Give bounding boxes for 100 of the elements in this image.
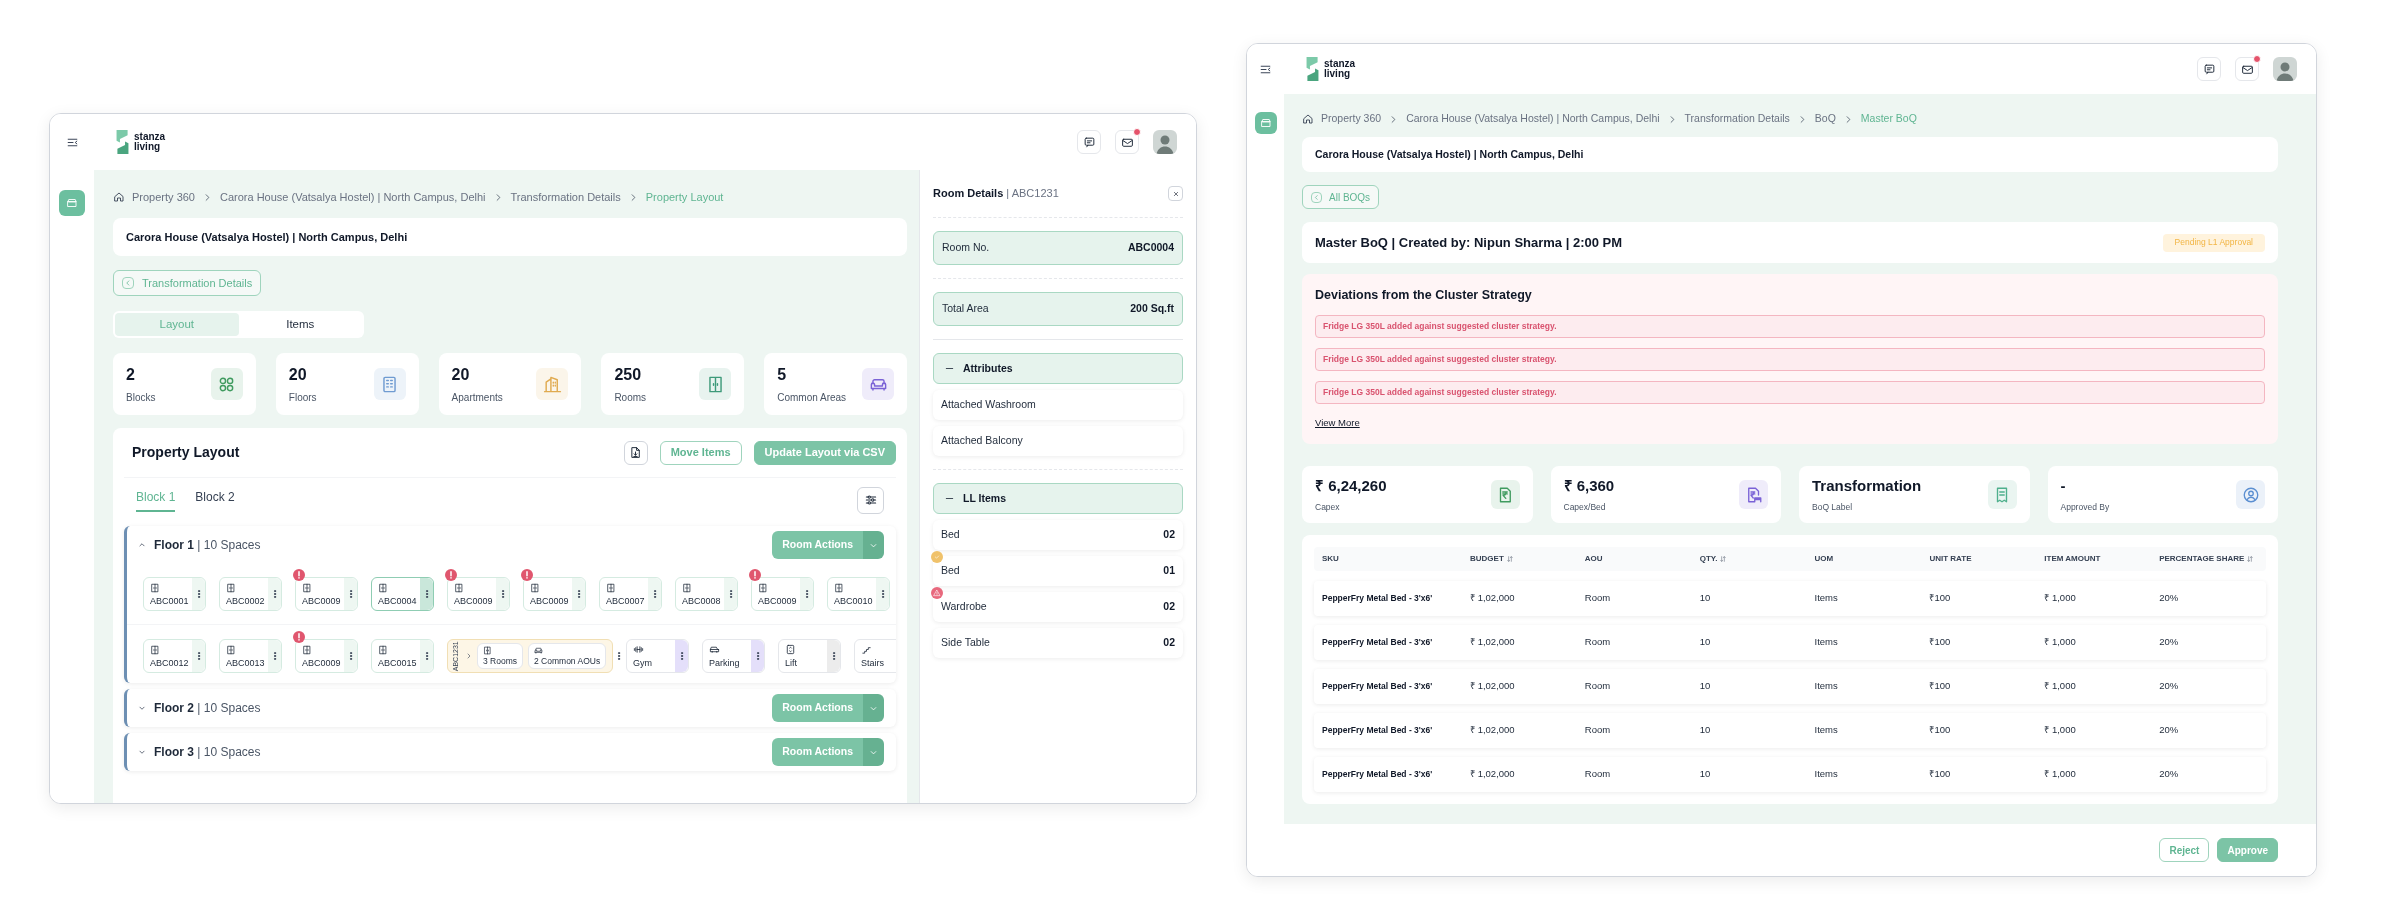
- more-button[interactable]: [827, 640, 840, 672]
- table-cell-text: ₹ 1,000: [2043, 591, 2077, 606]
- section-title: Deviations from the Cluster Strategy: [1315, 287, 1533, 304]
- view-more-link[interactable]: View More: [1315, 415, 1360, 430]
- breadcrumb-link[interactable]: Property 360: [1321, 111, 1382, 127]
- room-card[interactable]: ABC0009: [751, 577, 814, 611]
- more-button[interactable]: [800, 578, 813, 610]
- stat-value: ₹ 6,24,260: [1315, 476, 1387, 497]
- field-value: ABC0004: [1127, 240, 1174, 256]
- table-cell-text: ₹100: [1928, 767, 1952, 782]
- column-header: UOM: [1813, 553, 1835, 565]
- table-cell-text: 10: [1698, 635, 1712, 650]
- section-header[interactable]: LL Items: [933, 483, 1183, 514]
- download-button[interactable]: [623, 440, 648, 465]
- room-label: ABC0002: [226, 595, 266, 606]
- room-card[interactable]: ABC0009: [523, 577, 586, 611]
- more-button[interactable]: [192, 640, 205, 672]
- room-card[interactable]: ABC0013: [219, 639, 282, 673]
- breadcrumb-link[interactable]: Transformation Details: [510, 188, 621, 206]
- more-button[interactable]: [192, 578, 205, 610]
- item-name: Bed: [941, 527, 960, 543]
- room-card[interactable]: ABC0009: [295, 577, 358, 611]
- group-chip[interactable]: 2 Common AOUs: [528, 643, 607, 669]
- close-button[interactable]: [1168, 186, 1183, 201]
- avatar[interactable]: [2273, 57, 2297, 81]
- table-cell-text: ₹ 1,02,000: [1469, 767, 1516, 782]
- table-cell-text: ₹ 1,02,000: [1469, 679, 1516, 694]
- section-title: Attributes: [963, 360, 1013, 376]
- more-button[interactable]: [420, 578, 433, 610]
- chevron-right-icon: [465, 652, 473, 660]
- column-header: AOU: [1583, 553, 1604, 565]
- table-cell-text: PepperFry Metal Bed - 3'x6': [1321, 592, 1434, 605]
- home-icon: [1302, 113, 1314, 125]
- boq-title: Master BoQ | Created by: Nipun Sharma | 2:00 PM: [1315, 233, 1623, 252]
- block-tab[interactable]: Block 2: [195, 488, 235, 512]
- logo-icon: [114, 129, 131, 155]
- room-card[interactable]: ABC0012: [143, 639, 206, 673]
- filter-button[interactable]: [857, 486, 884, 514]
- table-cell-text: PepperFry Metal Bed - 3'x6': [1321, 680, 1434, 693]
- more-button[interactable]: [496, 578, 509, 610]
- tab[interactable]: Items: [238, 313, 362, 336]
- room-card[interactable]: ABC0008: [675, 577, 738, 611]
- amenity-card[interactable]: Gym: [626, 639, 689, 673]
- door-icon: [226, 644, 236, 655]
- section-header[interactable]: Attributes: [933, 353, 1183, 384]
- table-cell-text: PepperFry Metal Bed - 3'x6': [1321, 636, 1434, 649]
- logo-text: stanza living: [134, 132, 166, 152]
- floor-title: Floor 3 | 10 Spaces: [154, 744, 261, 761]
- dumbbell-icon: [633, 644, 644, 655]
- amenity-label: Stairs: [861, 658, 885, 668]
- more-button[interactable]: [572, 578, 585, 610]
- column-header[interactable]: PERCENTAGE SHARE: [2151, 553, 2266, 565]
- breadcrumb-link[interactable]: Property 360: [132, 188, 195, 206]
- room-card[interactable]: ABC0004: [371, 577, 434, 611]
- amenity-card[interactable]: Parking: [702, 639, 765, 673]
- mail-button[interactable]: [1115, 130, 1139, 154]
- more-button[interactable]: [344, 578, 357, 610]
- room-card[interactable]: ABC0009: [447, 577, 510, 611]
- room-card[interactable]: ABC0001: [143, 577, 206, 611]
- room-card[interactable]: ABC0007: [599, 577, 662, 611]
- column-header[interactable]: QTY.: [1691, 553, 1807, 565]
- breadcrumb-link[interactable]: BoQ: [1814, 111, 1836, 127]
- chat-button[interactable]: [2197, 57, 2221, 81]
- chat-button[interactable]: [1077, 130, 1101, 154]
- room-card[interactable]: ABC0009: [295, 639, 358, 673]
- table-cell-text: PepperFry Metal Bed - 3'x6': [1321, 724, 1434, 737]
- room-card[interactable]: ABC0015: [371, 639, 434, 673]
- table-cell-text: 10: [1698, 723, 1712, 738]
- more-button[interactable]: [268, 578, 281, 610]
- amenity-card[interactable]: Stairs: [854, 639, 896, 673]
- avatar[interactable]: [1153, 130, 1177, 154]
- more-button[interactable]: [724, 578, 737, 610]
- door-icon: [682, 582, 692, 593]
- field-value: 200 Sq.ft: [1130, 301, 1174, 317]
- more-button[interactable]: [344, 640, 357, 672]
- lift-icon: [785, 644, 796, 655]
- group-chip[interactable]: 3 Rooms: [477, 643, 523, 669]
- more-button[interactable]: [876, 578, 889, 610]
- more-button[interactable]: [675, 640, 688, 672]
- more-button[interactable]: [420, 640, 433, 672]
- room-card[interactable]: ABC0002: [219, 577, 282, 611]
- column-header[interactable]: BUDGET: [1462, 553, 1577, 565]
- amenity-card[interactable]: Lift: [778, 639, 841, 673]
- room-label: ABC0008: [682, 595, 722, 606]
- amenity-label: Parking: [709, 658, 741, 668]
- mail-button[interactable]: [2235, 57, 2259, 81]
- close-icon: [1171, 189, 1180, 198]
- more-button[interactable]: [751, 640, 764, 672]
- table-cell-text: ₹ 1,000: [2043, 723, 2077, 738]
- breadcrumb-link[interactable]: Carora House (Vatsalya Hostel) | North Campus, Delhi: [220, 188, 486, 206]
- room-card[interactable]: ABC0010: [827, 577, 890, 611]
- breadcrumb-link[interactable]: Carora House (Vatsalya Hostel) | North Campus, Delhi: [1406, 111, 1660, 127]
- room-label: ABC0015: [378, 657, 418, 668]
- sort-icon: [1719, 555, 1728, 563]
- door-icon: [378, 644, 388, 655]
- stat-value: 2: [126, 365, 136, 385]
- room-label: ABC0001: [150, 595, 190, 606]
- more-button[interactable]: [648, 578, 661, 610]
- breadcrumb-link[interactable]: Transformation Details: [1684, 111, 1790, 127]
- more-button[interactable]: [268, 640, 281, 672]
